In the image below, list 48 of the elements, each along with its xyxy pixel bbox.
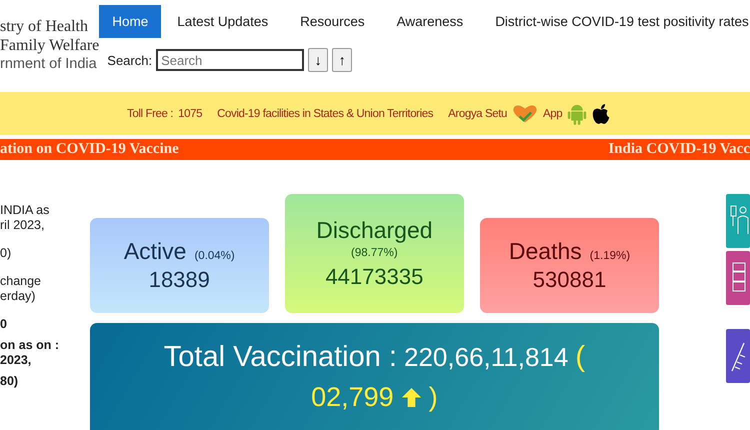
summary-text: erday) xyxy=(0,289,36,304)
stacked-boxes-tile-icon[interactable] xyxy=(726,251,750,305)
stat-label: Active xyxy=(124,238,186,265)
stat-percent: (1.19%) xyxy=(590,250,630,262)
stat-value: 44173335 xyxy=(325,264,424,290)
search-label: Search: xyxy=(107,52,152,68)
summary-text: on as on : xyxy=(0,338,60,353)
stat-percent: (98.77%) xyxy=(351,247,398,259)
nav-tab[interactable]: Latest Updates xyxy=(161,5,284,38)
stat-label: Deaths xyxy=(508,238,582,265)
app-word: App xyxy=(543,108,562,120)
summary-text: 80) xyxy=(0,374,20,389)
summary-text: 2023, xyxy=(0,353,32,368)
ticker-text: India COVID-19 Vacc xyxy=(608,141,750,158)
nav-tab[interactable]: Home xyxy=(99,5,162,38)
ministry-name-line: Family Welfare xyxy=(0,36,100,55)
search-nav-button[interactable]: ↓ xyxy=(308,48,328,72)
vaccination-label: Total Vaccination : xyxy=(164,340,397,375)
person-tile-icon[interactable] xyxy=(726,194,750,248)
search-nav-button[interactable]: ↑ xyxy=(332,48,352,72)
heart-check-icon xyxy=(512,102,538,124)
stat-percent: (0.04%) xyxy=(194,250,235,262)
summary-text: ril 2023, xyxy=(0,218,46,233)
vaccination-change: 02,799 xyxy=(311,381,394,414)
summary-text: 0) xyxy=(0,246,12,261)
summary-text: change xyxy=(0,274,42,289)
stat-value: 18389 xyxy=(148,267,210,293)
open-paren: ( xyxy=(575,340,586,375)
syringe-tile-icon[interactable] xyxy=(726,329,750,383)
ministry-name-line: stry of Health xyxy=(0,17,89,36)
nav-tab[interactable]: Awareness xyxy=(380,5,480,38)
close-paren: ) xyxy=(428,381,438,414)
stat-value: 530881 xyxy=(532,267,606,293)
summary-text: 0 xyxy=(0,317,8,332)
facilities-link[interactable]: Covid-19 facilities in States & Union Territories xyxy=(217,108,434,120)
vaccination-total: 220,66,11,814 xyxy=(404,341,568,374)
ministry-name-line: rnment of India xyxy=(0,55,98,74)
up-arrow-icon xyxy=(400,386,422,408)
nav-tab[interactable]: Resources xyxy=(284,5,381,38)
app-name: Arogya Setu xyxy=(448,108,508,120)
ticker-text: ation on COVID-19 Vaccine xyxy=(0,141,179,158)
search-field[interactable]: Search xyxy=(156,49,304,71)
stat-label: Discharged xyxy=(316,217,433,244)
toll-free-label: Toll Free : xyxy=(127,108,174,120)
summary-text: INDIA as xyxy=(0,203,50,218)
nav-tab[interactable]: District-wise COVID-19 test positivity rates xyxy=(479,5,750,38)
apple-icon[interactable] xyxy=(592,102,610,124)
toll-free-number: 1075 xyxy=(178,108,202,120)
